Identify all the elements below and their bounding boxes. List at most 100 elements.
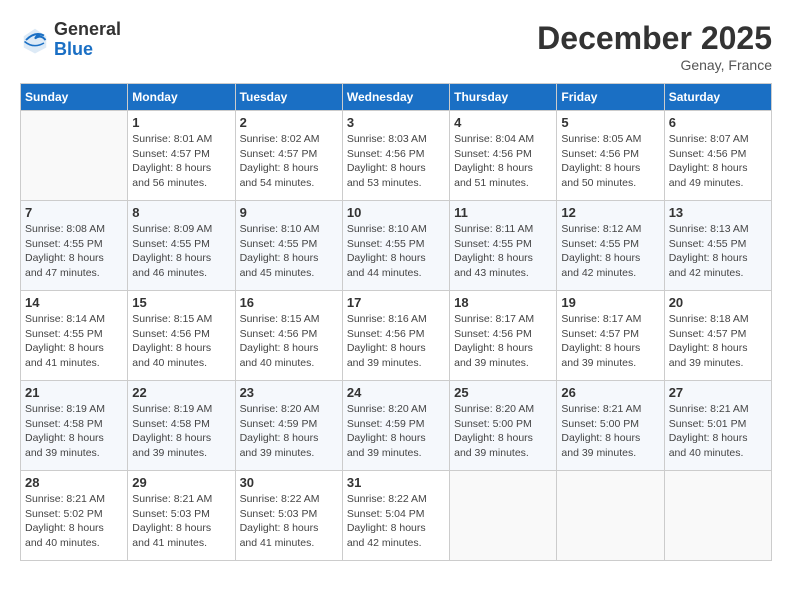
calendar-day-cell: 26 Sunrise: 8:21 AM Sunset: 5:00 PM Dayl… [557,381,664,471]
day-info: Sunrise: 8:07 AM Sunset: 4:56 PM Dayligh… [669,132,767,191]
day-info: Sunrise: 8:22 AM Sunset: 5:04 PM Dayligh… [347,492,445,551]
day-number: 11 [454,205,552,220]
day-number: 13 [669,205,767,220]
day-info: Sunrise: 8:17 AM Sunset: 4:57 PM Dayligh… [561,312,659,371]
calendar-day-cell: 1 Sunrise: 8:01 AM Sunset: 4:57 PM Dayli… [128,111,235,201]
logo: General Blue [20,20,121,60]
calendar-day-cell: 13 Sunrise: 8:13 AM Sunset: 4:55 PM Dayl… [664,201,771,291]
day-number: 19 [561,295,659,310]
day-number: 30 [240,475,338,490]
day-info: Sunrise: 8:21 AM Sunset: 5:02 PM Dayligh… [25,492,123,551]
header-row: SundayMondayTuesdayWednesdayThursdayFrid… [21,84,772,111]
day-info: Sunrise: 8:01 AM Sunset: 4:57 PM Dayligh… [132,132,230,191]
logo-line1: General [54,20,121,40]
day-number: 5 [561,115,659,130]
location: Genay, France [537,57,772,73]
title-block: December 2025 Genay, France [537,20,772,73]
day-info: Sunrise: 8:10 AM Sunset: 4:55 PM Dayligh… [240,222,338,281]
calendar-header: SundayMondayTuesdayWednesdayThursdayFrid… [21,84,772,111]
calendar-day-cell: 22 Sunrise: 8:19 AM Sunset: 4:58 PM Dayl… [128,381,235,471]
day-of-week-header: Sunday [21,84,128,111]
day-info: Sunrise: 8:03 AM Sunset: 4:56 PM Dayligh… [347,132,445,191]
day-info: Sunrise: 8:21 AM Sunset: 5:01 PM Dayligh… [669,402,767,461]
calendar-day-cell: 5 Sunrise: 8:05 AM Sunset: 4:56 PM Dayli… [557,111,664,201]
calendar-day-cell: 15 Sunrise: 8:15 AM Sunset: 4:56 PM Dayl… [128,291,235,381]
day-number: 14 [25,295,123,310]
day-info: Sunrise: 8:15 AM Sunset: 4:56 PM Dayligh… [240,312,338,371]
calendar-day-cell: 19 Sunrise: 8:17 AM Sunset: 4:57 PM Dayl… [557,291,664,381]
day-number: 21 [25,385,123,400]
day-of-week-header: Monday [128,84,235,111]
day-info: Sunrise: 8:02 AM Sunset: 4:57 PM Dayligh… [240,132,338,191]
day-info: Sunrise: 8:15 AM Sunset: 4:56 PM Dayligh… [132,312,230,371]
day-number: 17 [347,295,445,310]
calendar-week-row: 21 Sunrise: 8:19 AM Sunset: 4:58 PM Dayl… [21,381,772,471]
calendar-day-cell [557,471,664,561]
day-of-week-header: Wednesday [342,84,449,111]
day-of-week-header: Saturday [664,84,771,111]
day-info: Sunrise: 8:21 AM Sunset: 5:00 PM Dayligh… [561,402,659,461]
day-of-week-header: Tuesday [235,84,342,111]
day-number: 16 [240,295,338,310]
day-number: 28 [25,475,123,490]
day-info: Sunrise: 8:21 AM Sunset: 5:03 PM Dayligh… [132,492,230,551]
logo-icon [20,25,50,55]
calendar-day-cell: 14 Sunrise: 8:14 AM Sunset: 4:55 PM Dayl… [21,291,128,381]
calendar-day-cell: 11 Sunrise: 8:11 AM Sunset: 4:55 PM Dayl… [450,201,557,291]
day-info: Sunrise: 8:20 AM Sunset: 5:00 PM Dayligh… [454,402,552,461]
day-number: 6 [669,115,767,130]
day-info: Sunrise: 8:12 AM Sunset: 4:55 PM Dayligh… [561,222,659,281]
logo-line2: Blue [54,40,121,60]
day-number: 4 [454,115,552,130]
calendar-day-cell: 24 Sunrise: 8:20 AM Sunset: 4:59 PM Dayl… [342,381,449,471]
calendar-day-cell: 16 Sunrise: 8:15 AM Sunset: 4:56 PM Dayl… [235,291,342,381]
day-number: 31 [347,475,445,490]
day-info: Sunrise: 8:16 AM Sunset: 4:56 PM Dayligh… [347,312,445,371]
day-of-week-header: Thursday [450,84,557,111]
day-number: 22 [132,385,230,400]
calendar-week-row: 28 Sunrise: 8:21 AM Sunset: 5:02 PM Dayl… [21,471,772,561]
day-number: 10 [347,205,445,220]
day-info: Sunrise: 8:18 AM Sunset: 4:57 PM Dayligh… [669,312,767,371]
day-number: 24 [347,385,445,400]
calendar-day-cell: 29 Sunrise: 8:21 AM Sunset: 5:03 PM Dayl… [128,471,235,561]
calendar-day-cell: 6 Sunrise: 8:07 AM Sunset: 4:56 PM Dayli… [664,111,771,201]
calendar-day-cell: 17 Sunrise: 8:16 AM Sunset: 4:56 PM Dayl… [342,291,449,381]
calendar-week-row: 7 Sunrise: 8:08 AM Sunset: 4:55 PM Dayli… [21,201,772,291]
day-number: 12 [561,205,659,220]
day-info: Sunrise: 8:20 AM Sunset: 4:59 PM Dayligh… [347,402,445,461]
calendar-day-cell: 25 Sunrise: 8:20 AM Sunset: 5:00 PM Dayl… [450,381,557,471]
page-header: General Blue December 2025 Genay, France [20,20,772,73]
day-info: Sunrise: 8:08 AM Sunset: 4:55 PM Dayligh… [25,222,123,281]
day-number: 7 [25,205,123,220]
calendar-day-cell: 9 Sunrise: 8:10 AM Sunset: 4:55 PM Dayli… [235,201,342,291]
calendar-day-cell: 21 Sunrise: 8:19 AM Sunset: 4:58 PM Dayl… [21,381,128,471]
calendar-table: SundayMondayTuesdayWednesdayThursdayFrid… [20,83,772,561]
day-number: 3 [347,115,445,130]
calendar-day-cell: 27 Sunrise: 8:21 AM Sunset: 5:01 PM Dayl… [664,381,771,471]
day-number: 27 [669,385,767,400]
calendar-day-cell: 18 Sunrise: 8:17 AM Sunset: 4:56 PM Dayl… [450,291,557,381]
day-number: 18 [454,295,552,310]
calendar-week-row: 14 Sunrise: 8:14 AM Sunset: 4:55 PM Dayl… [21,291,772,381]
day-info: Sunrise: 8:05 AM Sunset: 4:56 PM Dayligh… [561,132,659,191]
calendar-day-cell: 31 Sunrise: 8:22 AM Sunset: 5:04 PM Dayl… [342,471,449,561]
calendar-day-cell: 10 Sunrise: 8:10 AM Sunset: 4:55 PM Dayl… [342,201,449,291]
day-info: Sunrise: 8:19 AM Sunset: 4:58 PM Dayligh… [132,402,230,461]
day-info: Sunrise: 8:10 AM Sunset: 4:55 PM Dayligh… [347,222,445,281]
day-number: 25 [454,385,552,400]
day-number: 20 [669,295,767,310]
day-info: Sunrise: 8:19 AM Sunset: 4:58 PM Dayligh… [25,402,123,461]
calendar-day-cell: 12 Sunrise: 8:12 AM Sunset: 4:55 PM Dayl… [557,201,664,291]
month-title: December 2025 [537,20,772,57]
day-number: 1 [132,115,230,130]
calendar-day-cell: 23 Sunrise: 8:20 AM Sunset: 4:59 PM Dayl… [235,381,342,471]
day-info: Sunrise: 8:09 AM Sunset: 4:55 PM Dayligh… [132,222,230,281]
day-info: Sunrise: 8:14 AM Sunset: 4:55 PM Dayligh… [25,312,123,371]
calendar-day-cell: 2 Sunrise: 8:02 AM Sunset: 4:57 PM Dayli… [235,111,342,201]
day-info: Sunrise: 8:22 AM Sunset: 5:03 PM Dayligh… [240,492,338,551]
day-number: 23 [240,385,338,400]
calendar-day-cell: 4 Sunrise: 8:04 AM Sunset: 4:56 PM Dayli… [450,111,557,201]
day-info: Sunrise: 8:04 AM Sunset: 4:56 PM Dayligh… [454,132,552,191]
day-number: 29 [132,475,230,490]
